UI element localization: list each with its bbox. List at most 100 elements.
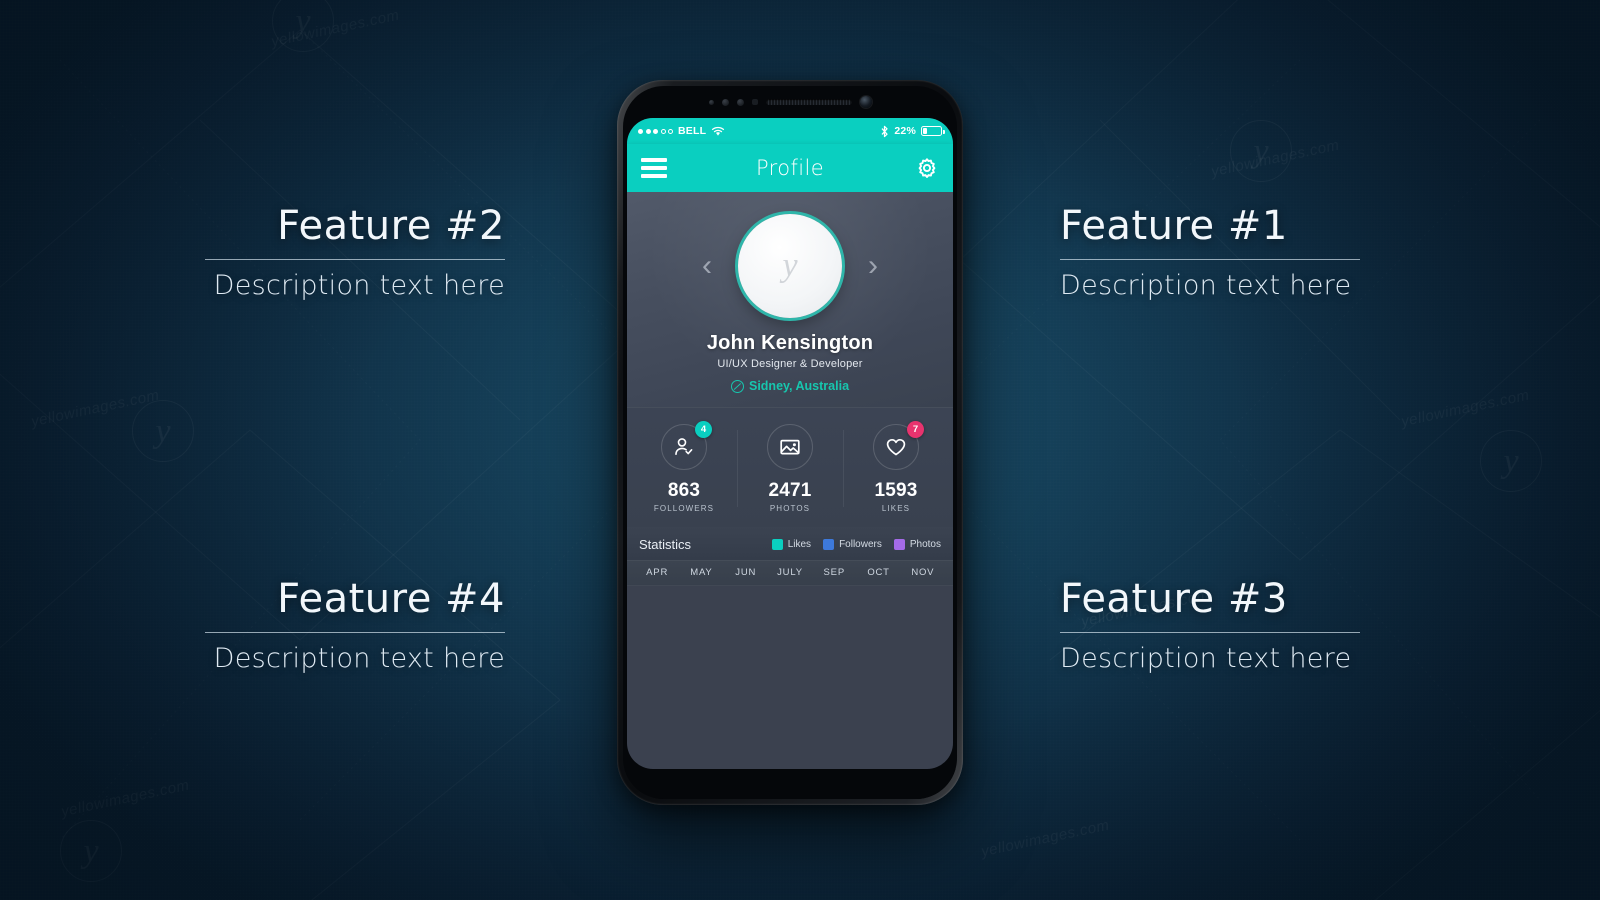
iris-sensor-icon bbox=[736, 98, 744, 106]
status-bar: BELL 22% bbox=[627, 118, 953, 144]
light-sensor-icon bbox=[721, 98, 729, 106]
month-tick[interactable]: NOV bbox=[901, 567, 945, 578]
led-indicator-icon bbox=[751, 99, 758, 105]
chevron-left-icon[interactable]: ‹ bbox=[702, 251, 712, 281]
statistics-section: Statistics Likes Followers Photos APR MA… bbox=[627, 527, 953, 586]
legend-label: Likes bbox=[787, 539, 812, 550]
bluetooth-icon bbox=[881, 125, 888, 137]
heart-icon bbox=[886, 438, 906, 456]
month-tick[interactable]: SEP bbox=[812, 567, 856, 578]
legend-item-photos[interactable]: Photos bbox=[893, 539, 941, 550]
watermark-text: yellowimages.com bbox=[29, 386, 161, 431]
phone-bottom-bezel bbox=[623, 769, 957, 799]
user-check-icon bbox=[675, 438, 693, 455]
phone-mockup: BELL 22% Profile ‹ y › John Kensington U… bbox=[617, 80, 963, 805]
photo-image-icon bbox=[780, 439, 800, 455]
month-tick[interactable]: MAY bbox=[679, 567, 723, 578]
legend-item-likes[interactable]: Likes bbox=[771, 539, 812, 550]
statistics-heading: Statistics bbox=[639, 537, 692, 552]
profile-name: John Kensington bbox=[706, 332, 874, 354]
page-title: Profile bbox=[755, 156, 825, 180]
feature-description: Description text here bbox=[1060, 270, 1352, 301]
stat-badge: 4 bbox=[695, 421, 712, 438]
stat-badge: 7 bbox=[907, 421, 924, 438]
earpiece-speaker-icon bbox=[765, 99, 852, 105]
watermark-badge: y bbox=[132, 400, 194, 462]
location-pin-icon bbox=[730, 379, 744, 393]
feature-title: Feature #2 bbox=[277, 203, 505, 249]
proximity-sensor-icon bbox=[708, 99, 714, 105]
feature-callout-3: Feature #3 Description text here bbox=[1060, 578, 1360, 674]
stat-followers[interactable]: 4 863 FOLLOWERS bbox=[631, 421, 737, 513]
stat-label: LIKES bbox=[881, 504, 911, 513]
watermark-text: yellowimages.com bbox=[269, 6, 401, 51]
feature-description: Description text here bbox=[1060, 643, 1352, 674]
profile-section: ‹ y › John Kensington UI/UX Designer & D… bbox=[627, 192, 953, 407]
feature-divider bbox=[205, 632, 505, 633]
profile-location-label: Sidney, Australia bbox=[748, 379, 850, 393]
battery-percent-label: 22% bbox=[894, 125, 916, 137]
stat-photos[interactable]: 2471 PHOTOS bbox=[737, 424, 843, 513]
stat-value: 863 bbox=[667, 480, 701, 501]
stat-icon-circle: 4 bbox=[661, 421, 712, 470]
watermark-text: yellowimages.com bbox=[1399, 386, 1531, 431]
watermark-badge: y bbox=[60, 820, 122, 882]
legend-label: Followers bbox=[839, 539, 882, 550]
stat-label: FOLLOWERS bbox=[653, 504, 715, 513]
signal-strength-icon bbox=[638, 128, 673, 134]
statistics-header: Statistics Likes Followers Photos bbox=[627, 527, 953, 560]
stat-icon-circle: 7 bbox=[873, 421, 924, 470]
profile-location: Sidney, Australia bbox=[627, 379, 953, 393]
feature-divider bbox=[205, 259, 505, 260]
stat-value: 2471 bbox=[768, 480, 812, 501]
wifi-icon bbox=[712, 126, 725, 136]
legend-item-followers[interactable]: Followers bbox=[823, 539, 882, 550]
legend-swatch bbox=[823, 539, 835, 550]
feature-description: Description text here bbox=[213, 270, 505, 301]
legend-swatch bbox=[771, 539, 783, 550]
watermark-text: yellowimages.com bbox=[59, 776, 191, 821]
feature-callout-4: Feature #4 Description text here bbox=[205, 578, 505, 674]
feature-callout-2: Feature #2 Description text here bbox=[205, 205, 505, 301]
feature-divider bbox=[1060, 632, 1360, 633]
front-camera-icon bbox=[859, 96, 872, 108]
feature-divider bbox=[1060, 259, 1360, 260]
watermark-badge: y bbox=[272, 0, 334, 52]
legend-label: Photos bbox=[909, 539, 941, 550]
feature-title: Feature #1 bbox=[1060, 203, 1288, 249]
avatar[interactable]: y bbox=[738, 214, 842, 318]
feature-description: Description text here bbox=[213, 643, 505, 674]
gear-icon[interactable] bbox=[915, 156, 939, 180]
watermark-badge: y bbox=[1480, 430, 1542, 492]
month-tick[interactable]: APR bbox=[635, 567, 679, 578]
watermark-text: yellowimages.com bbox=[1209, 136, 1341, 181]
stat-likes[interactable]: 7 1593 LIKES bbox=[843, 421, 949, 513]
watermark-text: yellowimages.com bbox=[979, 816, 1111, 861]
watermark-badge: y bbox=[1230, 120, 1292, 182]
phone-body: BELL 22% Profile ‹ y › John Kensington U… bbox=[623, 86, 957, 799]
phone-top-bezel bbox=[623, 86, 957, 118]
feature-title: Feature #3 bbox=[1060, 576, 1288, 622]
legend-swatch bbox=[893, 539, 905, 550]
poster-background: y y y y y y yellowimages.com yellowimage… bbox=[0, 0, 1600, 900]
profile-role: UI/UX Designer & Developer bbox=[717, 358, 863, 370]
month-tick[interactable]: JUN bbox=[724, 567, 768, 578]
battery-icon bbox=[921, 126, 945, 136]
month-tick[interactable]: OCT bbox=[856, 567, 900, 578]
chevron-right-icon[interactable]: › bbox=[868, 251, 878, 281]
stat-icon-circle bbox=[767, 424, 813, 470]
phone-screen: BELL 22% Profile ‹ y › John Kensington U… bbox=[627, 118, 953, 769]
chart-x-axis: APR MAY JUN JULY SEP OCT NOV bbox=[627, 560, 953, 586]
stat-label: PHOTOS bbox=[769, 504, 811, 513]
carrier-label: BELL bbox=[678, 125, 707, 137]
avatar-carousel: ‹ y › bbox=[627, 214, 953, 318]
app-bar: Profile bbox=[627, 144, 953, 192]
feature-callout-1: Feature #1 Description text here bbox=[1060, 205, 1360, 301]
month-tick[interactable]: JULY bbox=[768, 567, 812, 578]
chart-legend: Likes Followers Photos bbox=[771, 539, 941, 550]
stats-row: 4 863 FOLLOWERS 2471 PHOTOS 7 1593 LIKES bbox=[627, 407, 953, 527]
stat-value: 1593 bbox=[874, 480, 918, 501]
feature-title: Feature #4 bbox=[277, 576, 505, 622]
avatar-placeholder-glyph: y bbox=[782, 247, 798, 284]
hamburger-menu-icon[interactable] bbox=[641, 158, 667, 178]
